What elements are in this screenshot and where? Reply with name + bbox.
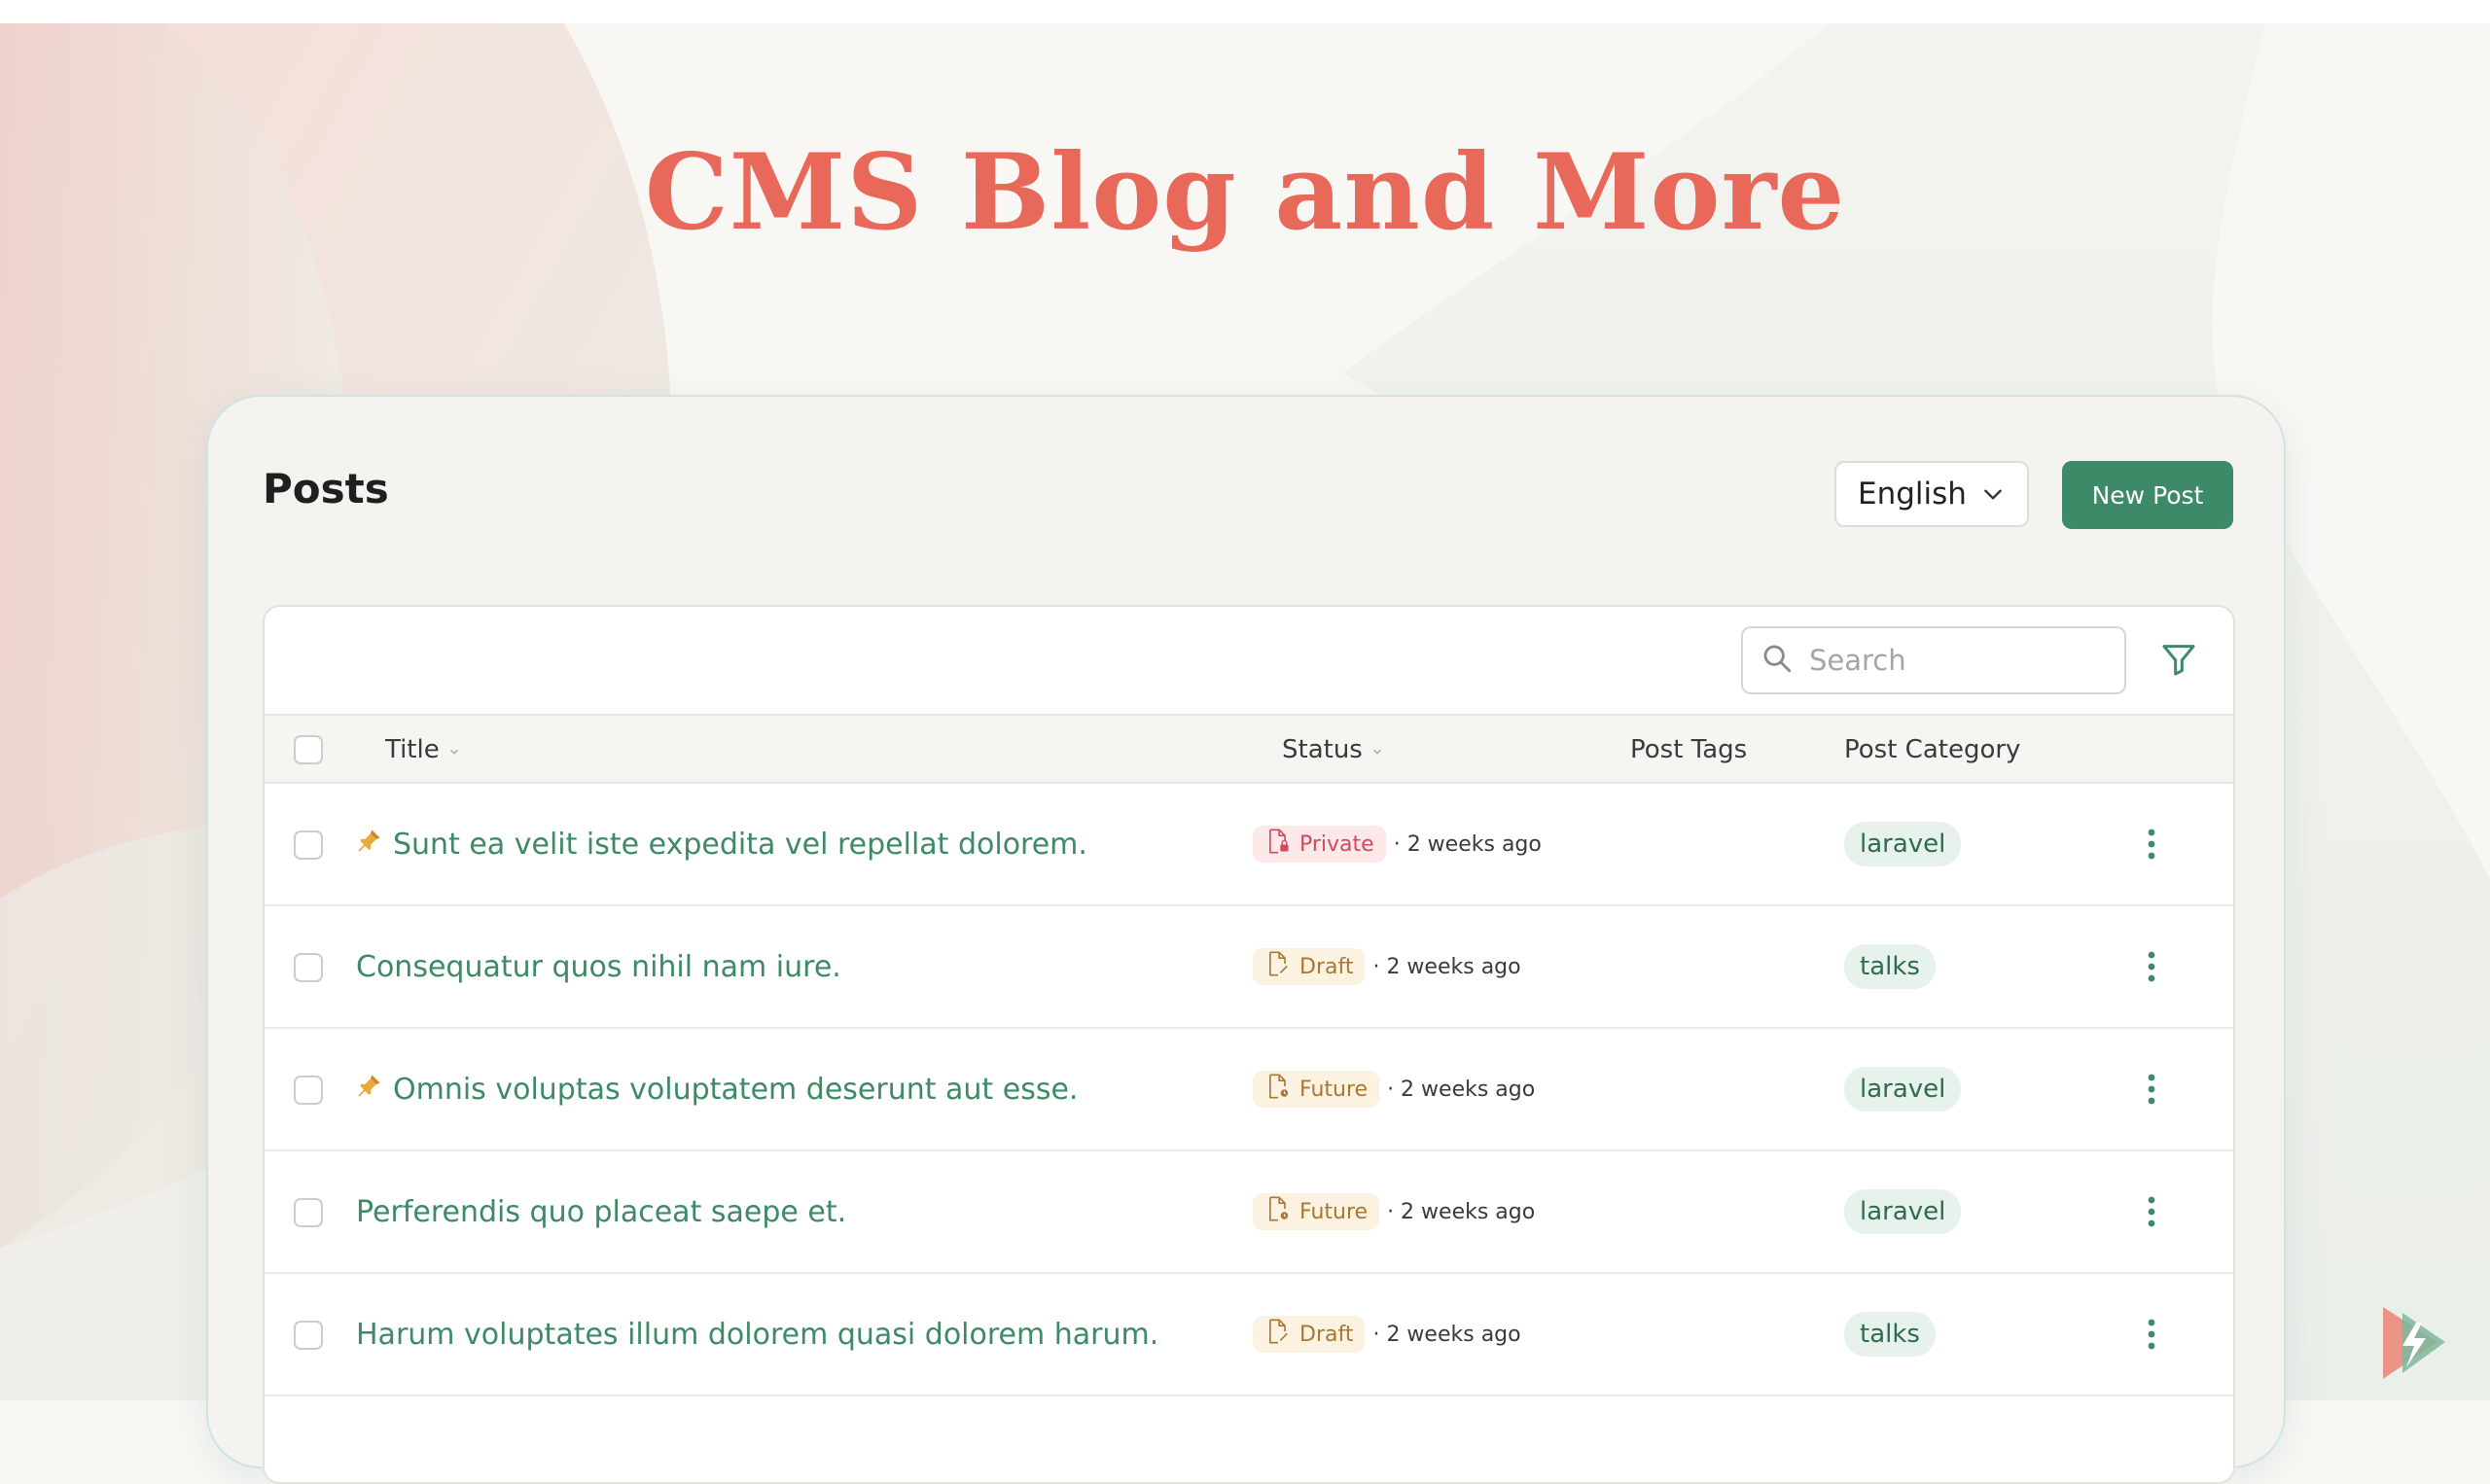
- status-cell: Future · 2 weeks ago: [1253, 1151, 1535, 1272]
- status-time: · 2 weeks ago: [1393, 831, 1542, 857]
- post-title-link[interactable]: Omnis voluptas voluptatem deserunt aut e…: [356, 1029, 1078, 1149]
- filter-icon[interactable]: [2159, 640, 2198, 683]
- sort-icon: [447, 717, 461, 785]
- status-badge: Future: [1253, 1193, 1380, 1230]
- hero-title: CMS Blog and More: [644, 131, 1846, 254]
- category-badge: laravel: [1844, 1189, 1962, 1234]
- table-row: Consequatur quos nihil nam iure. Draft · 2…: [265, 906, 2233, 1029]
- category-badge: laravel: [1844, 1067, 1962, 1112]
- category-badge: laravel: [1844, 822, 1962, 866]
- pin-icon: [356, 827, 383, 862]
- status-label: Draft: [1299, 954, 1354, 979]
- more-vertical-icon[interactable]: [2142, 947, 2161, 986]
- top-bar: [0, 0, 2490, 23]
- table-header: Title Status Post Tags Post Category: [265, 714, 2233, 784]
- category-cell: laravel: [1844, 1151, 1962, 1272]
- column-status[interactable]: Status: [1282, 716, 1384, 784]
- category-cell: laravel: [1844, 784, 1962, 904]
- more-vertical-icon[interactable]: [2142, 1192, 2161, 1231]
- new-post-button[interactable]: New Post: [2062, 461, 2233, 529]
- chevron-down-icon: [1980, 481, 2006, 507]
- status-badge: Private: [1253, 826, 1386, 863]
- status-badge: Draft: [1253, 1316, 1366, 1353]
- post-title-link[interactable]: Perferendis quo placeat saepe et.: [356, 1151, 846, 1272]
- column-status-label: Status: [1282, 735, 1363, 764]
- document-status-icon: [1264, 950, 1299, 983]
- status-time: · 2 weeks ago: [1372, 954, 1521, 979]
- status-label: Private: [1299, 831, 1374, 857]
- sort-icon: [1370, 717, 1384, 785]
- search-input[interactable]: [1807, 643, 2103, 678]
- page-title: Posts: [263, 465, 389, 512]
- row-checkbox[interactable]: [294, 953, 323, 982]
- category-badge: talks: [1844, 944, 1936, 989]
- category-cell: talks: [1844, 1274, 1936, 1395]
- document-status-icon: [1264, 828, 1299, 861]
- document-status-icon: [1264, 1318, 1299, 1351]
- status-cell: Draft · 2 weeks ago: [1253, 906, 1521, 1027]
- category-cell: laravel: [1844, 1029, 1962, 1149]
- status-time: · 2 weeks ago: [1387, 1077, 1536, 1102]
- table-row: Perferendis quo placeat saepe et. Future ·…: [265, 1151, 2233, 1274]
- post-title-link[interactable]: Sunt ea velit iste expedita vel repellat…: [356, 784, 1087, 904]
- category-cell: talks: [1844, 906, 1936, 1027]
- table-row: Harum voluptates illum dolorem quasi dol…: [265, 1274, 2233, 1396]
- more-vertical-icon[interactable]: [2142, 825, 2161, 864]
- document-status-icon: [1264, 1073, 1299, 1106]
- status-badge: Draft: [1253, 948, 1366, 985]
- language-select-value: English: [1858, 477, 1967, 512]
- search-icon: [1761, 642, 1794, 679]
- row-checkbox[interactable]: [294, 1198, 323, 1227]
- category-badge: talks: [1844, 1312, 1936, 1357]
- status-label: Future: [1299, 1199, 1369, 1224]
- post-title: Sunt ea velit iste expedita vel repellat…: [393, 827, 1087, 862]
- status-badge: Future: [1253, 1071, 1380, 1108]
- row-checkbox[interactable]: [294, 1076, 323, 1105]
- table-toolbar: [265, 607, 2233, 714]
- post-title: Omnis voluptas voluptatem deserunt aut e…: [393, 1072, 1079, 1107]
- more-vertical-icon[interactable]: [2142, 1070, 2161, 1109]
- post-title-link[interactable]: Consequatur quos nihil nam iure.: [356, 906, 841, 1027]
- post-title: Consequatur quos nihil nam iure.: [356, 949, 841, 984]
- lightning-logo-icon: [2373, 1303, 2451, 1389]
- post-title-link[interactable]: Harum voluptates illum dolorem quasi dol…: [356, 1274, 1158, 1395]
- document-status-icon: [1264, 1195, 1299, 1228]
- column-post-category: Post Category: [1844, 735, 2021, 764]
- status-label: Draft: [1299, 1322, 1354, 1347]
- more-vertical-icon[interactable]: [2142, 1315, 2161, 1354]
- column-title[interactable]: Title: [385, 716, 461, 784]
- status-time: · 2 weeks ago: [1372, 1322, 1521, 1347]
- posts-panel: Posts English New Post Title S: [206, 395, 2286, 1484]
- status-cell: Private · 2 weeks ago: [1253, 784, 1542, 904]
- pin-icon: [356, 1072, 383, 1107]
- posts-table: Title Status Post Tags Post Category Sun…: [263, 605, 2235, 1484]
- status-label: Future: [1299, 1077, 1369, 1102]
- search-box[interactable]: [1741, 626, 2126, 694]
- table-row: Sunt ea velit iste expedita vel repellat…: [265, 784, 2233, 906]
- status-time: · 2 weeks ago: [1387, 1199, 1536, 1224]
- status-cell: Future · 2 weeks ago: [1253, 1029, 1535, 1149]
- language-select[interactable]: English: [1834, 461, 2029, 527]
- row-checkbox[interactable]: [294, 1321, 323, 1350]
- column-post-tags: Post Tags: [1630, 735, 1748, 764]
- select-all-checkbox[interactable]: [294, 735, 323, 764]
- post-title: Perferendis quo placeat saepe et.: [356, 1194, 847, 1229]
- table-row: Omnis voluptas voluptatem deserunt aut e…: [265, 1029, 2233, 1151]
- status-cell: Draft · 2 weeks ago: [1253, 1274, 1521, 1395]
- column-title-label: Title: [385, 735, 440, 764]
- post-title: Harum voluptates illum dolorem quasi dol…: [356, 1317, 1159, 1352]
- row-checkbox[interactable]: [294, 830, 323, 860]
